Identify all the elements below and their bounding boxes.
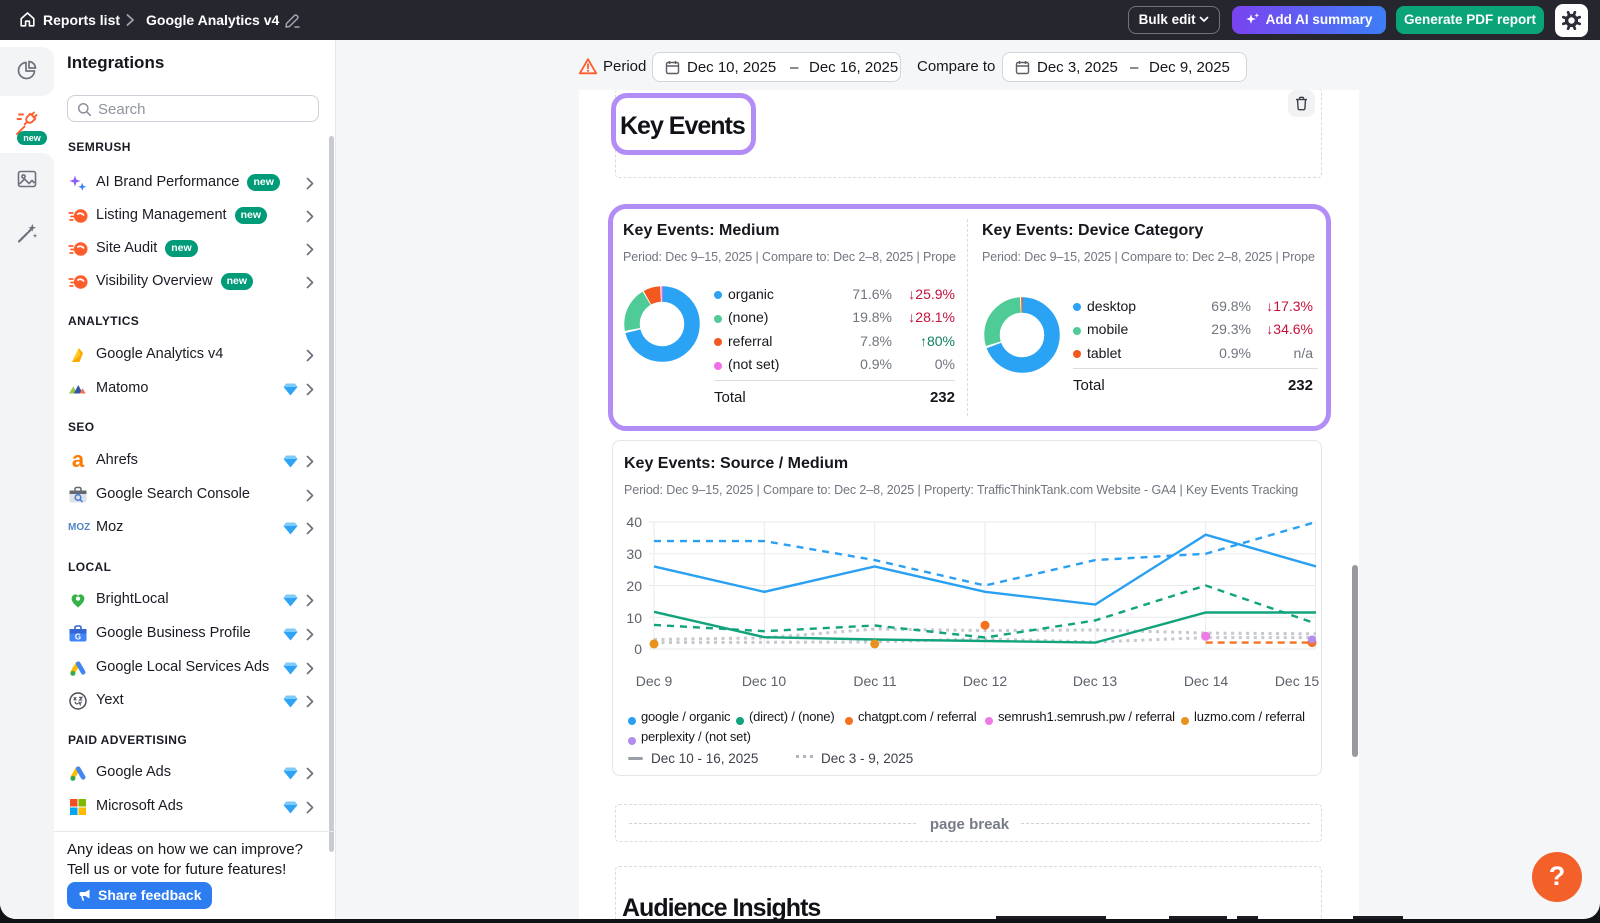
svg-text:G: G (75, 632, 81, 641)
